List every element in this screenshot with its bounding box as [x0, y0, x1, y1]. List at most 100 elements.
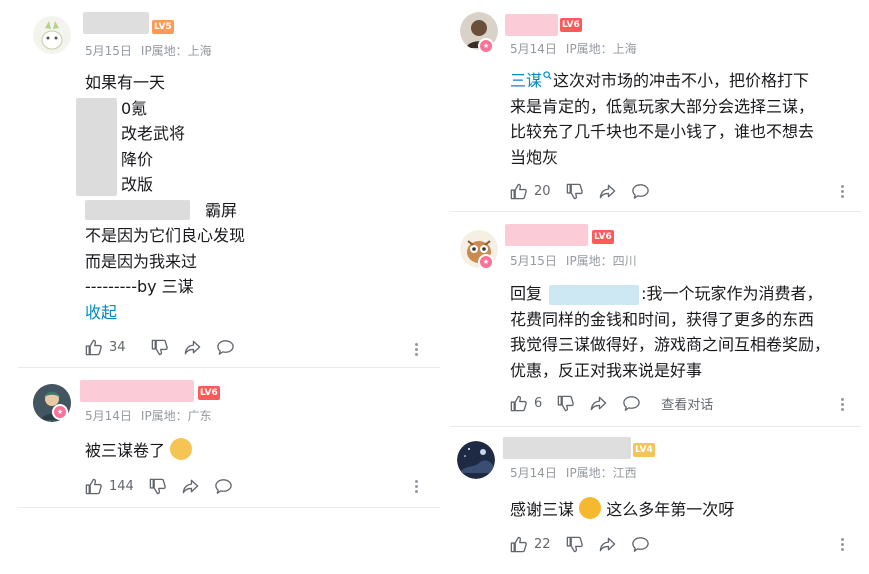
comment-date: 5月15日	[85, 44, 132, 58]
topic-link[interactable]: 三谋	[510, 71, 542, 90]
comment-item: ★ LV6 5月14日 IP属地：上海 三谋 这次对市场的冲击不小，把价格打下 来是…	[450, 0, 869, 212]
comment-bubble-icon	[216, 339, 234, 355]
thumbs-down-icon	[557, 395, 575, 411]
text-line: 来是肯定的，低氪玩家大部分会选择三谋，	[510, 96, 815, 116]
vip-badge-icon: ★	[478, 254, 494, 270]
like-button[interactable]: 144	[84, 477, 134, 496]
comment-text: 回复 :我一个玩家作为消费者， 花费同样的金钱和时间，获得了更多的东西 我觉得三…	[510, 281, 865, 383]
thumbs-down-icon	[149, 478, 166, 494]
comment-item: LV5 5月15日 IP属地：上海 如果有一天 0氪 改老武将 降价 改版 霸屏 …	[0, 0, 445, 368]
thumbs-up-icon	[510, 183, 527, 199]
search-icon	[543, 71, 552, 80]
share-button[interactable]	[598, 182, 617, 201]
action-bar: 144	[84, 475, 247, 497]
more-options-icon[interactable]	[415, 341, 419, 358]
like-button[interactable]: 6	[509, 394, 542, 413]
view-conversation-link[interactable]: 查看对话	[661, 394, 713, 413]
thumbs-down-icon	[151, 339, 168, 355]
like-button[interactable]: 34	[84, 338, 126, 357]
reply-button[interactable]	[631, 535, 650, 554]
share-button[interactable]	[183, 338, 202, 357]
dislike-button[interactable]	[565, 535, 584, 554]
ip-location: IP属地：江西	[565, 466, 637, 480]
thumbs-up-icon	[85, 478, 102, 494]
avatar[interactable]	[457, 441, 495, 479]
text-line: 降价	[121, 149, 154, 169]
comment-item: LV4 5月14日 IP属地：江西 感谢三谋 这么多年第一次呀 22	[450, 427, 869, 574]
comment-date: 5月14日	[510, 42, 557, 56]
reply-target-redacted[interactable]	[549, 284, 640, 305]
collapse-link[interactable]: 收起	[85, 300, 425, 326]
dislike-button[interactable]	[148, 477, 167, 496]
text-line: 花费同样的金钱和时间，获得了更多的东西	[510, 309, 815, 329]
thumbs-up-icon	[510, 536, 527, 552]
share-icon	[184, 340, 200, 354]
comment-text: 如果有一天 0氪 改老武将 降价 改版 霸屏 不是因为它们良心发现 而是因为我来…	[76, 70, 425, 326]
text-line: 而是因为我来过	[85, 251, 198, 271]
text-line: 感谢三谋	[510, 500, 575, 519]
username-redacted[interactable]	[503, 437, 631, 459]
username-redacted[interactable]	[505, 14, 558, 36]
username-redacted[interactable]	[505, 224, 588, 246]
comment-meta: 5月14日 IP属地：上海	[510, 40, 637, 57]
more-options-icon[interactable]	[415, 478, 419, 495]
comment-text: 被三谋卷了	[85, 438, 193, 464]
comment-item: ★ LV6 5月15日 IP属地：四川 回复 :我一个玩家作为消费者， 花费同样的…	[450, 212, 869, 427]
text-line: 改版	[121, 175, 154, 194]
text-line: 这次对市场的冲击不小，把价格打下	[553, 71, 810, 90]
level-badge: LV6	[592, 230, 614, 244]
comment-text: 三谋 这次对市场的冲击不小，把价格打下 来是肯定的，低氪玩家大部分会选择三谋， 比…	[510, 68, 860, 170]
ip-location: IP属地：上海	[140, 44, 212, 58]
text-line: 比较充了几千块也不是小钱了，谁也不想去	[510, 122, 815, 141]
share-icon	[590, 396, 607, 410]
dislike-button[interactable]	[565, 182, 584, 201]
more-options-icon[interactable]	[841, 183, 845, 200]
reply-button[interactable]	[214, 477, 233, 496]
share-button[interactable]	[598, 535, 617, 554]
thumbs-up-icon	[510, 395, 527, 411]
thumbs-up-icon	[85, 339, 102, 355]
text-line: ---------by 三谋	[85, 277, 194, 296]
reply-button[interactable]	[216, 338, 235, 357]
action-bar: 20	[509, 180, 664, 202]
more-options-icon[interactable]	[841, 536, 845, 553]
comment-meta: 5月14日 IP属地：广东	[85, 407, 212, 424]
crying-emoji-icon	[579, 497, 602, 519]
comment-bubble-icon	[631, 183, 649, 199]
like-button[interactable]: 20	[509, 182, 551, 201]
comment-bubble-icon	[623, 395, 641, 411]
reply-button[interactable]	[622, 394, 641, 413]
text-line: 我觉得三谋做得好，游戏商之间互相卷奖励，	[510, 335, 831, 354]
text-line: 0氪	[121, 98, 148, 118]
share-button[interactable]	[589, 394, 608, 413]
like-count: 22	[534, 536, 551, 552]
avatar[interactable]	[33, 16, 71, 54]
level-badge: LV5	[152, 20, 174, 34]
text-line: 这么多年第一次呀	[606, 500, 735, 519]
redacted-block	[85, 199, 190, 220]
ip-location: IP属地：上海	[565, 42, 637, 56]
like-button[interactable]: 22	[509, 535, 551, 554]
comment-meta: 5月15日 IP属地：四川	[510, 252, 637, 269]
text-line: :我一个玩家作为消费者，	[641, 284, 823, 303]
reply-button[interactable]	[631, 182, 650, 201]
dislike-button[interactable]	[150, 338, 169, 357]
divider	[18, 507, 440, 508]
dislike-button[interactable]	[556, 394, 575, 413]
ip-location: IP属地：广东	[140, 409, 212, 423]
comment-date: 5月14日	[510, 466, 557, 480]
like-count: 20	[534, 183, 551, 199]
reply-prefix: 回复	[510, 284, 543, 303]
comment-text: 感谢三谋 这么多年第一次呀	[510, 497, 734, 523]
username-redacted[interactable]	[83, 12, 149, 34]
share-button[interactable]	[181, 477, 200, 496]
redacted-block	[76, 97, 117, 196]
username-redacted[interactable]	[80, 380, 194, 402]
text-line: 如果有一天	[85, 73, 166, 92]
level-badge: LV6	[560, 18, 582, 32]
like-count: 6	[534, 395, 543, 411]
text-line: 被三谋卷了	[85, 441, 166, 460]
thumbs-down-icon	[566, 536, 583, 552]
more-options-icon[interactable]	[841, 396, 845, 413]
comment-date: 5月15日	[510, 254, 557, 268]
